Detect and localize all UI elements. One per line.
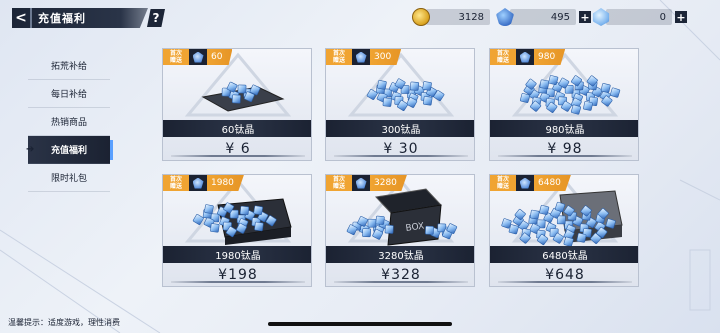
- pack-name: 3280钛晶: [326, 246, 474, 263]
- recharge-card[interactable]: BOX 首次 赠送 3280 3280钛晶 ¥328: [325, 174, 475, 287]
- crystal-icon: [516, 175, 534, 191]
- badge-line2: 赠送: [496, 57, 509, 64]
- add-gem-button[interactable]: +: [579, 11, 591, 23]
- pack-name: 980钛晶: [490, 120, 638, 137]
- back-button[interactable]: < 充值福利: [12, 8, 148, 28]
- badge-line1: 首次: [169, 176, 182, 183]
- price-divider: [171, 155, 305, 157]
- first-bonus-badge: 首次 赠送 300: [326, 49, 402, 65]
- pack-name: 1980钛晶: [163, 246, 311, 263]
- sidebar-item-recharge-bonus[interactable]: ➔ 充值福利: [26, 136, 113, 164]
- crystal-icon: [352, 175, 370, 191]
- sidebar-item-label: 充值福利: [50, 146, 87, 156]
- crystal-counter: 0 +: [592, 7, 687, 27]
- arrow-right-icon: ➔: [26, 144, 35, 155]
- price-label: ¥ 98: [547, 141, 583, 157]
- bonus-amount: 980: [534, 49, 566, 65]
- price-divider: [171, 281, 305, 283]
- chevron-left-icon: <: [12, 8, 32, 28]
- recharge-card[interactable]: 首次 赠送 300 300钛晶 ¥ 30: [325, 48, 475, 161]
- sidebar-item-limited-pack[interactable]: 限时礼包: [28, 164, 110, 192]
- page-title: 充值福利: [38, 12, 86, 25]
- bonus-amount: 1980: [207, 175, 244, 191]
- badge-line2: 赠送: [332, 57, 345, 64]
- first-bonus-badge: 首次 赠送 980: [490, 49, 566, 65]
- badge-line1: 首次: [169, 50, 182, 57]
- sidebar-item-label: 拓荒补给: [50, 62, 87, 72]
- bonus-amount: 6480: [534, 175, 571, 191]
- price-label: ¥ 6: [225, 141, 251, 157]
- crystal-icon: [352, 49, 370, 65]
- price-label: ¥ 30: [383, 141, 419, 157]
- price-divider: [498, 281, 632, 283]
- sidebar-item-label: 每日补给: [50, 90, 87, 100]
- first-bonus-badge: 首次 赠送 1980: [163, 175, 244, 191]
- crystal-icon: [189, 49, 207, 65]
- badge-line1: 首次: [496, 50, 509, 57]
- top-bar: < 充值福利 ? 3128 495 + 0 +: [0, 0, 720, 36]
- first-bonus-badge: 首次 赠送 6480: [490, 175, 571, 191]
- recharge-card[interactable]: 首次 赠送 1980 1980钛晶 ¥198: [162, 174, 312, 287]
- help-button[interactable]: ?: [147, 9, 165, 27]
- recharge-card[interactable]: 首次 赠送 60 60钛晶 ¥ 6: [162, 48, 312, 161]
- bonus-amount: 3280: [370, 175, 407, 191]
- gold-coin-value: 3128: [426, 9, 490, 25]
- badge-line1: 首次: [332, 176, 345, 183]
- sidebar-item-label: 限时礼包: [50, 174, 87, 184]
- gem-value: 495: [510, 9, 576, 25]
- sidebar-item-label: 热销商品: [50, 118, 87, 128]
- gem-counter: 495 +: [496, 7, 591, 27]
- crystal-value: 0: [606, 9, 672, 25]
- badge-line2: 赠送: [169, 57, 182, 64]
- pack-name: 60钛晶: [163, 120, 311, 137]
- add-crystal-button[interactable]: +: [675, 11, 687, 23]
- bonus-amount: 300: [370, 49, 402, 65]
- badge-line1: 首次: [496, 176, 509, 183]
- home-indicator: [268, 322, 452, 326]
- pack-name: 300钛晶: [326, 120, 474, 137]
- sidebar-item-hot-items[interactable]: 热销商品: [28, 108, 110, 136]
- crystal-icon: [189, 175, 207, 191]
- badge-line1: 首次: [332, 50, 345, 57]
- price-label: ¥648: [545, 267, 585, 283]
- sidebar-item-pioneer-supply[interactable]: 拓荒补给: [28, 52, 110, 80]
- price-divider: [498, 155, 632, 157]
- gold-coin-icon: [412, 8, 430, 26]
- crystal-icon: [516, 49, 534, 65]
- first-bonus-badge: 首次 赠送 60: [163, 49, 233, 65]
- badge-line2: 赠送: [332, 183, 345, 190]
- recharge-card[interactable]: 首次 赠送 980 980钛晶 ¥ 98: [489, 48, 639, 161]
- price-label: ¥198: [218, 267, 258, 283]
- price-divider: [334, 155, 468, 157]
- price-label: ¥328: [381, 267, 421, 283]
- bonus-amount: 60: [207, 49, 233, 65]
- pack-name: 6480钛晶: [490, 246, 638, 263]
- recharge-card[interactable]: 首次 赠送 6480 6480钛晶 ¥648: [489, 174, 639, 287]
- badge-line2: 赠送: [169, 183, 182, 190]
- sidebar: 拓荒补给 每日补给 热销商品 ➔ 充值福利 限时礼包: [26, 52, 113, 192]
- gold-coin-counter: 3128: [412, 7, 490, 27]
- sidebar-item-daily-supply[interactable]: 每日补给: [28, 80, 110, 108]
- first-bonus-badge: 首次 赠送 3280: [326, 175, 407, 191]
- price-divider: [334, 281, 468, 283]
- footer-note: 温馨提示：适度游戏，理性消费: [8, 318, 120, 327]
- badge-line2: 赠送: [496, 183, 509, 190]
